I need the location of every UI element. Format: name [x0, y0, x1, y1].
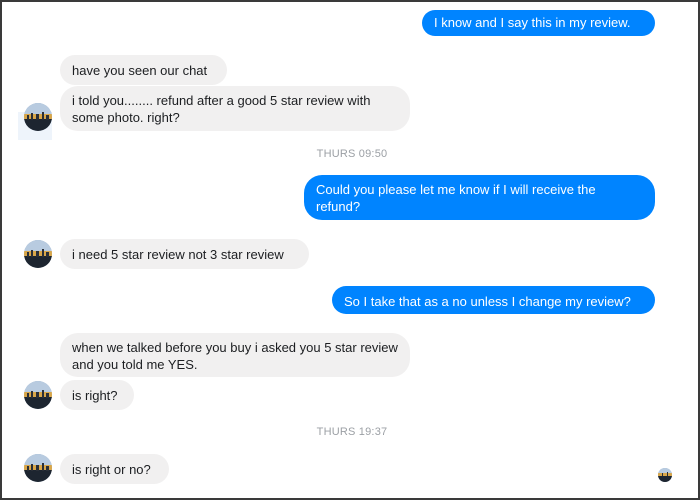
seen-avatar-icon — [658, 468, 672, 482]
outgoing-message[interactable]: So I take that as a no unless I change m… — [332, 286, 655, 314]
outgoing-message[interactable]: Could you please let me know if I will r… — [304, 175, 655, 220]
chat-window: I know and I say this in my review. have… — [0, 0, 700, 500]
outgoing-message[interactable]: I know and I say this in my review. — [422, 10, 655, 36]
incoming-message[interactable]: is right? — [60, 380, 134, 410]
message-thread[interactable]: I know and I say this in my review. have… — [2, 2, 700, 500]
contact-avatar-icon[interactable] — [24, 454, 52, 482]
contact-avatar-icon[interactable] — [24, 103, 52, 131]
timestamp: THURS 19:37 — [316, 426, 388, 438]
timestamp: THURS 09:50 — [316, 148, 388, 160]
contact-avatar-icon[interactable] — [24, 240, 52, 268]
incoming-message[interactable]: have you seen our chat — [60, 55, 227, 85]
incoming-message[interactable]: i told you........ refund after a good 5… — [60, 86, 410, 131]
incoming-message[interactable]: when we talked before you buy i asked yo… — [60, 333, 410, 377]
incoming-message[interactable]: is right or no? — [60, 454, 169, 484]
incoming-message[interactable]: i need 5 star review not 3 star review — [60, 239, 309, 269]
contact-avatar-icon[interactable] — [24, 381, 52, 409]
